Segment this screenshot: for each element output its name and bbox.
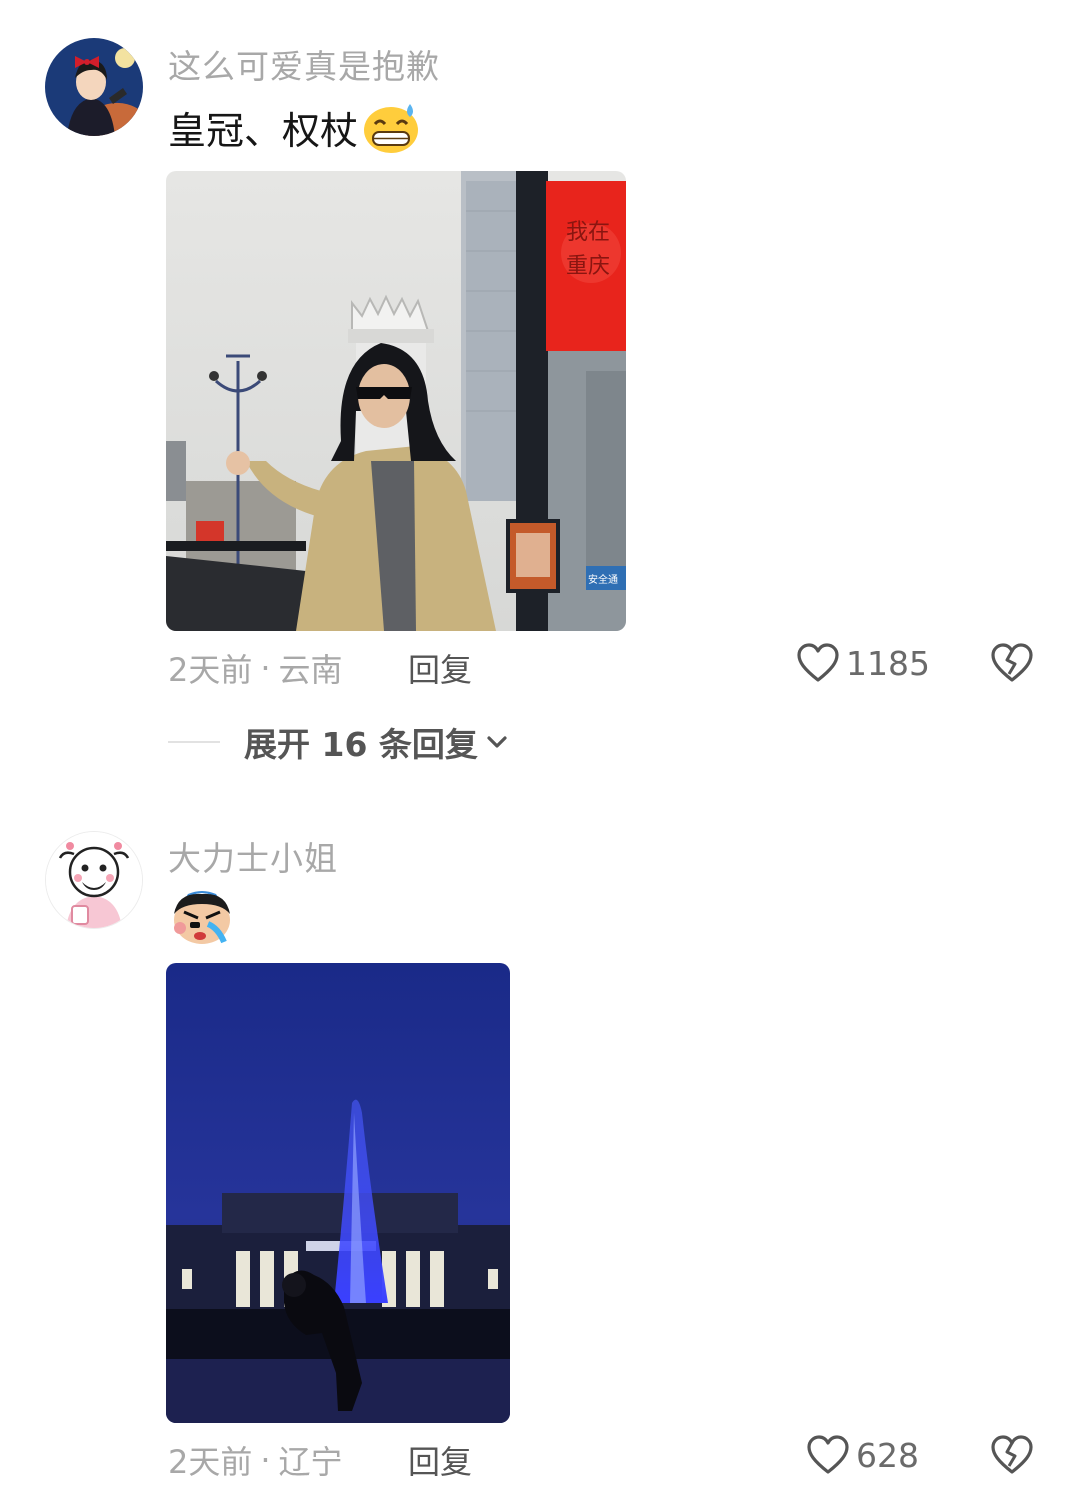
like-button[interactable]: 1185 (796, 642, 930, 684)
comment-item: 大力士小姐 2天前 · 辽宁 回复 628 (0, 790, 1080, 1494)
chevron-down-icon (487, 736, 507, 748)
meta-separator: · (260, 1441, 271, 1479)
night-fountain-photo-image (166, 963, 510, 1423)
broken-heart-icon (991, 1435, 1033, 1474)
username[interactable]: 这么可爱真是抱歉 (168, 40, 440, 88)
reply-button[interactable]: 回复 (408, 645, 472, 691)
meta-separator: · (260, 649, 271, 687)
like-button[interactable]: 628 (806, 1434, 919, 1476)
avatar-kiki-image (45, 38, 143, 136)
comment-photo[interactable] (166, 963, 510, 1423)
sticker (170, 888, 234, 950)
comment-meta: 2天前 · 辽宁 (168, 1437, 343, 1483)
expand-replies-label: 展开 16 条回复 (244, 725, 478, 764)
heart-outline-icon (797, 643, 839, 682)
comment-text: 皇冠、权杖 (168, 109, 359, 153)
sign-text: 我在 (566, 220, 610, 245)
heart-outline-icon (807, 1435, 849, 1474)
broken-heart-icon (991, 643, 1033, 682)
expand-replies-button[interactable]: 展开 16 条回复 (168, 718, 510, 766)
comment-location: 辽宁 (278, 1443, 343, 1481)
reply-button[interactable]: 回复 (408, 1437, 472, 1483)
username[interactable]: 大力士小姐 (168, 832, 338, 880)
dislike-button[interactable] (990, 1434, 1034, 1480)
avatar[interactable] (45, 831, 143, 929)
comment-item: 这么可爱真是抱歉 皇冠、权杖 我在 重庆 安全通 2天前 · 云南 回复 118… (0, 0, 1080, 790)
divider-line (168, 741, 220, 743)
comment-text-row: 皇冠、权杖 (168, 100, 420, 155)
sign-text: 重庆 (566, 254, 610, 279)
like-count: 628 (856, 1435, 919, 1475)
comment-photo[interactable]: 我在 重庆 安全通 (166, 171, 626, 631)
comment-time: 2天前 (168, 1443, 253, 1481)
avatar[interactable] (45, 38, 143, 136)
city-crown-photo-image: 我在 重庆 安全通 (166, 171, 626, 631)
sign-text: 安全通 (588, 573, 618, 586)
comment-meta: 2天前 · 云南 (168, 645, 343, 691)
grin-sweat-emoji-icon (364, 103, 419, 153)
dislike-button[interactable] (990, 642, 1034, 688)
crying-cartoon-sticker-icon (174, 891, 230, 944)
comment-location: 云南 (278, 651, 343, 689)
like-count: 1185 (846, 643, 930, 683)
avatar-cartoon-image (46, 832, 142, 928)
comment-time: 2天前 (168, 651, 253, 689)
